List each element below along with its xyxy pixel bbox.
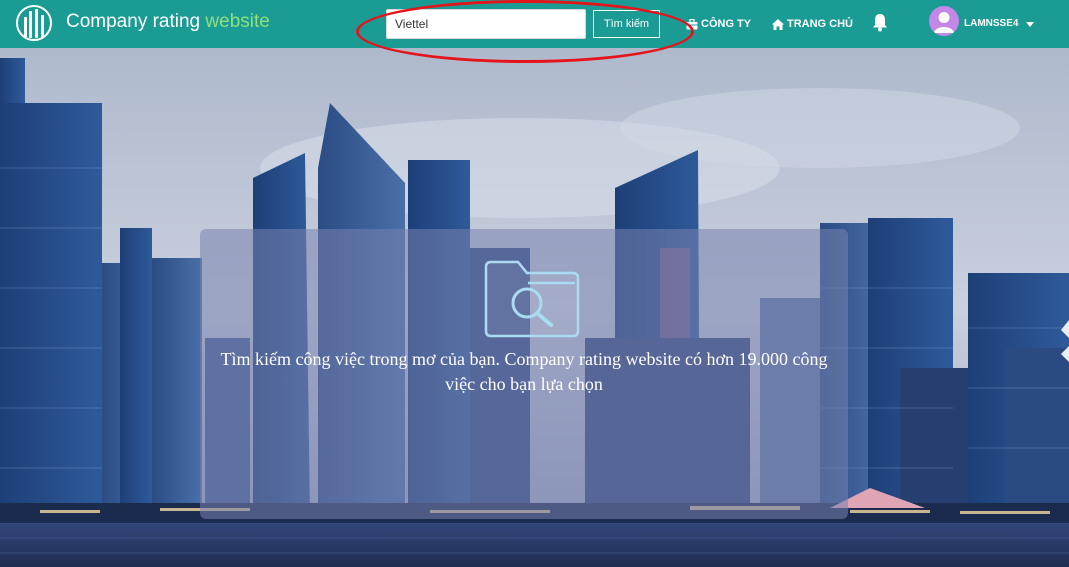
brand-name[interactable]: Company rating website: [66, 11, 270, 33]
nav-link-company[interactable]: CÔNG TY: [686, 16, 751, 32]
bell-icon[interactable]: [872, 13, 888, 32]
city-building-logo-icon[interactable]: [16, 5, 52, 41]
briefcase-icon: [686, 18, 698, 29]
user-avatar-icon[interactable]: [929, 6, 959, 36]
top-navbar: Company rating website Tìm kiếm CÔNG TY …: [0, 0, 1069, 48]
carousel-next-icon[interactable]: [1061, 320, 1069, 362]
brand-name-main: Company rating: [66, 11, 206, 32]
folder-search-icon: [484, 260, 580, 338]
home-icon: [772, 18, 784, 30]
username[interactable]: LAMNSSE4: [964, 18, 1018, 29]
search-button[interactable]: Tìm kiếm: [593, 10, 660, 38]
brand-name-accent: website: [205, 11, 270, 32]
nav-link-company-label: CÔNG TY: [701, 18, 752, 30]
hero-headline: Tìm kiếm công việc trong mơ của bạn. Com…: [220, 349, 828, 394]
nav-link-home[interactable]: TRANG CHỦ: [772, 16, 853, 32]
search-form: [386, 9, 586, 39]
caret-down-icon[interactable]: [1026, 22, 1034, 27]
search-input[interactable]: [386, 9, 586, 39]
hero-card: Tìm kiếm công việc trong mơ của bạn. Com…: [200, 229, 848, 519]
nav-link-home-label: TRANG CHỦ: [787, 18, 853, 30]
